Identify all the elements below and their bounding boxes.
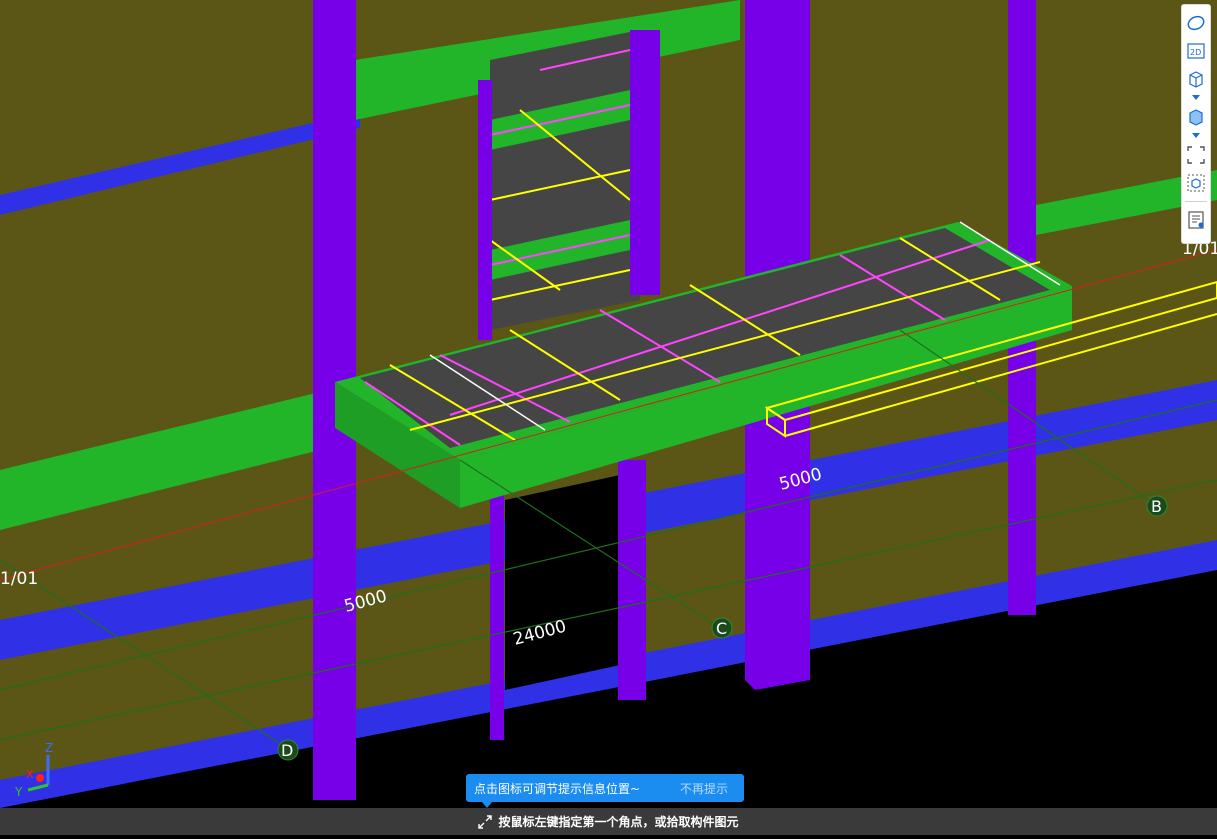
fit-view-icon[interactable] xyxy=(1184,143,1208,167)
svg-text:2D: 2D xyxy=(1190,48,1201,57)
status-message: 按鼠标左键指定第一个角点，或拾取构件图元 xyxy=(498,815,739,829)
column-6 xyxy=(490,480,504,740)
svg-text:C: C xyxy=(716,619,727,638)
3d-viewport[interactable]: B C D 5000 5000 24000 1/01 1/01 Z X Y xyxy=(0,0,1217,835)
column-7 xyxy=(618,460,646,700)
tip-bubble[interactable]: 点击图标可调节提示信息位置~ 不再提示 xyxy=(466,774,744,802)
opening-lower xyxy=(505,475,620,690)
toolbar-divider xyxy=(1185,201,1207,202)
component-view-icon[interactable] xyxy=(1184,171,1208,195)
2d-view-icon[interactable]: 2D xyxy=(1184,39,1208,63)
svg-text:D: D xyxy=(281,741,293,760)
column-5 xyxy=(478,80,492,340)
opening-upper xyxy=(490,30,640,330)
chevron-down-icon[interactable] xyxy=(1184,93,1208,103)
svg-text:Z: Z xyxy=(45,741,53,755)
dismiss-tip-link[interactable]: 不再提示 xyxy=(680,780,728,797)
axis-marker-b: B xyxy=(1146,495,1168,517)
chevron-down-icon[interactable] xyxy=(1184,131,1208,141)
column-4 xyxy=(630,30,660,295)
status-bar: 按鼠标左键指定第一个角点，或拾取构件图元 xyxy=(0,808,1217,835)
elevation-label-left: 1/01 xyxy=(0,569,38,589)
view-toolbar: 2D xyxy=(1181,4,1211,244)
svg-text:X: X xyxy=(26,768,34,781)
model-canvas[interactable]: B C D 5000 5000 24000 1/01 1/01 Z X Y xyxy=(0,0,1217,835)
tip-message: 点击图标可调节提示信息位置~ xyxy=(474,781,641,796)
svg-text:Y: Y xyxy=(14,785,23,799)
axis-marker-d: D xyxy=(277,739,299,761)
orbit-icon[interactable] xyxy=(1184,11,1208,35)
corner-pick-icon xyxy=(478,814,493,829)
axis-marker-c: C xyxy=(711,617,733,639)
properties-list-icon[interactable] xyxy=(1184,208,1208,232)
3d-cube-icon[interactable] xyxy=(1184,67,1208,91)
solid-cube-icon[interactable] xyxy=(1184,105,1208,129)
svg-text:B: B xyxy=(1151,497,1162,516)
